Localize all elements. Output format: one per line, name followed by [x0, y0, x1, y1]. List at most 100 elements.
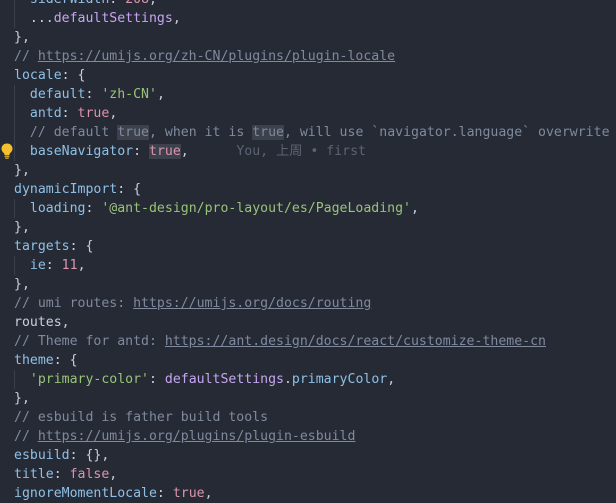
code-token: esbuild [14, 448, 70, 463]
code-line[interactable]: 'primary-color': defaultSettings.primary… [14, 370, 616, 389]
code-token: , [204, 486, 213, 501]
code-line[interactable]: // https://umijs.org/zh-CN/plugins/plugi… [14, 47, 616, 66]
code-token: ie [29, 258, 46, 273]
code-token: defaultSettings [164, 372, 284, 387]
code-line[interactable]: title: false, [14, 465, 616, 484]
code-token: // Theme for antd: [14, 334, 165, 349]
code-line[interactable]: // umi routes: https://umijs.org/docs/ro… [14, 294, 616, 313]
code-token: , [149, 0, 157, 7]
code-token: siderWidth [30, 0, 109, 7]
code-line[interactable]: ...defaultSettings, [14, 9, 616, 28]
code-token: , [172, 11, 181, 26]
indent-guide [14, 85, 15, 104]
code-token[interactable]: https://umijs.org/zh-CN/plugins/plugin-l… [38, 49, 395, 64]
code-line[interactable]: baseNavigator: true, You, 上周 • first [14, 142, 616, 161]
code-token: }, [14, 163, 30, 178]
indent-guide [14, 142, 15, 161]
code-token: ignoreMomentLocale [14, 486, 157, 501]
code-line[interactable]: ie: 11, [14, 256, 616, 275]
code-token: , will use `navigator.language` overwrit… [283, 125, 610, 140]
code-line[interactable]: // https://umijs.org/plugins/plugin-esbu… [14, 427, 616, 446]
code-token: // umi routes: [14, 296, 134, 311]
code-line[interactable]: theme: { [14, 351, 616, 370]
code-token: // [14, 429, 38, 444]
code-token: : [148, 372, 165, 387]
code-line[interactable]: // Theme for antd: https://ant.design/do… [14, 332, 616, 351]
code-token: }, [14, 391, 30, 406]
code-line[interactable]: }, [14, 218, 616, 237]
code-line[interactable]: siderWidth: 208, [14, 0, 616, 9]
code-token: , [411, 201, 419, 216]
code-token: , [156, 87, 165, 102]
code-token: : [61, 106, 78, 121]
code-token: , [77, 258, 86, 273]
code-token: , [109, 106, 118, 121]
code-line[interactable]: ignoreMomentLocale: true, [14, 484, 616, 503]
code-line[interactable]: }, [14, 275, 616, 294]
code-token: 'zh-CN' [101, 87, 157, 102]
code-token: title [14, 467, 54, 482]
code-token: : [85, 87, 102, 102]
code-token: . [283, 372, 292, 387]
code-token: : [85, 201, 102, 216]
code-token: ... [29, 11, 54, 26]
code-token: defaultSettings [53, 11, 173, 26]
code-token: false [69, 467, 110, 482]
code-token: , [61, 315, 70, 330]
code-token: 11 [61, 258, 78, 273]
code-line[interactable]: }, [14, 161, 616, 180]
code-line[interactable]: default: 'zh-CN', [14, 85, 616, 104]
git-blame-annotation: You, 上周 • first [188, 144, 366, 159]
code-token: , when it is [149, 125, 253, 140]
code-token: : { [53, 353, 78, 368]
code-lines[interactable]: siderWidth: 208, ...defaultSettings,},//… [14, 0, 616, 503]
code-token[interactable]: https://umijs.org/docs/routing [133, 296, 371, 311]
code-token: targets [14, 239, 70, 254]
code-token: }, [14, 30, 30, 45]
code-line[interactable]: // default true, when it is true, will u… [14, 123, 616, 142]
code-token: : {}, [69, 448, 110, 463]
code-token: dynamicImport [14, 182, 118, 197]
code-token: : [133, 144, 149, 159]
indent-guide [14, 104, 15, 123]
code-token: routes [14, 315, 62, 330]
code-token: true [77, 106, 110, 121]
code-line[interactable]: // esbuild is father build tools [14, 408, 616, 427]
code-line[interactable]: routes, [14, 313, 616, 332]
code-line[interactable]: dynamicImport: { [14, 180, 616, 199]
code-line[interactable]: }, [14, 28, 616, 47]
code-token: : { [69, 239, 94, 254]
lightbulb-icon[interactable] [0, 142, 14, 160]
code-token: baseNavigator [29, 144, 134, 159]
code-token: true [252, 125, 284, 140]
code-token: locale [14, 68, 62, 83]
code-token: : [53, 467, 70, 482]
code-line[interactable]: loading: '@ant-design/pro-layout/es/Page… [14, 199, 616, 218]
code-line[interactable]: targets: { [14, 237, 616, 256]
indent-guide [14, 0, 15, 9]
code-token: 208 [125, 0, 149, 7]
code-token: '@ant-design/pro-layout/es/PageLoading' [101, 201, 412, 216]
code-token: , [387, 372, 396, 387]
indent-guide [14, 123, 15, 142]
code-token: // default [29, 125, 118, 140]
code-token: theme [14, 353, 54, 368]
indent-guide [14, 370, 15, 389]
code-token: }, [14, 277, 30, 292]
code-token: antd [29, 106, 62, 121]
code-token[interactable]: https://umijs.org/plugins/plugin-esbuild [38, 429, 356, 444]
code-token: // esbuild is father build tools [14, 410, 269, 425]
indent-guide [14, 199, 15, 218]
code-line[interactable]: locale: { [14, 66, 616, 85]
code-token: : { [61, 68, 86, 83]
code-line[interactable]: antd: true, [14, 104, 616, 123]
code-token: : [45, 258, 62, 273]
code-token: true [149, 144, 181, 159]
code-token[interactable]: https://ant.design/docs/react/customize-… [165, 334, 546, 349]
indent-guide [14, 9, 15, 28]
code-line[interactable]: }, [14, 389, 616, 408]
code-editor[interactable]: siderWidth: 208, ...defaultSettings,},//… [0, 0, 616, 503]
code-token: default [29, 87, 86, 102]
code-token: // [14, 49, 38, 64]
code-line[interactable]: esbuild: {}, [14, 446, 616, 465]
